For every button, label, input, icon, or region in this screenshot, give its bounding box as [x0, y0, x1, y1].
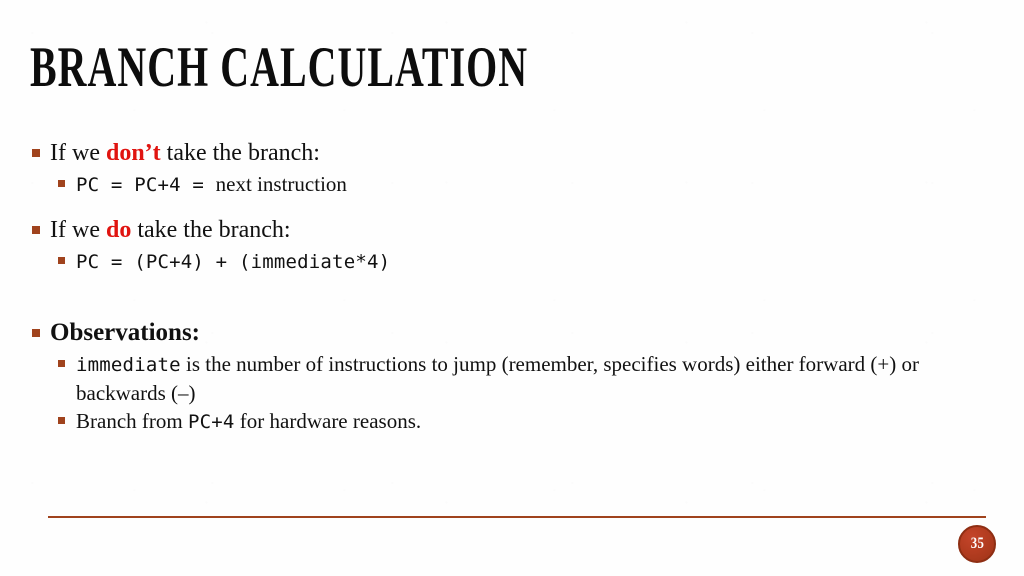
branch-from-pre: Branch from [76, 409, 188, 433]
bullet-text-tail: take the branch: [160, 140, 320, 166]
bullet-item-observations: Observations: [28, 318, 988, 348]
emphasis-dont: don’t [105, 140, 161, 166]
bullet-group-observations: Observations: immediate is the number of… [28, 318, 988, 436]
square-bullet-icon [58, 257, 65, 264]
branch-from-post: for hardware reasons. [234, 409, 422, 433]
square-bullet-icon [32, 329, 40, 337]
emphasis-do: do [105, 217, 132, 243]
bullet-text-lead: If we [50, 140, 106, 166]
slide: BRANCH CALCULATION If we don’t take the … [0, 0, 1024, 576]
bullet-item-if-not-taken: If we don’t take the branch: [28, 138, 988, 168]
sub-bullet-text: next instruction [215, 172, 347, 196]
square-bullet-icon [58, 180, 65, 187]
square-bullet-icon [32, 226, 40, 234]
square-bullet-icon [58, 360, 65, 367]
square-bullet-icon [32, 149, 40, 157]
immediate-description-text: is the number of instructions to jump (r… [76, 352, 919, 405]
slide-body: If we don’t take the branch: PC = PC+4 =… [28, 138, 988, 436]
sub-bullet-pc-next: PC = PC+4 = next instruction [28, 170, 988, 199]
page-number-text: 35 [970, 535, 984, 552]
footer-divider [48, 516, 986, 518]
bullet-item-if-taken: If we do take the branch: [28, 215, 988, 245]
immediate-description: immediate is the number of instructions … [76, 350, 976, 407]
bullet-group-not-taken: If we don’t take the branch: PC = PC+4 =… [28, 138, 988, 199]
sub-bullet-pc-branch-target: PC = (PC+4) + (immediate*4) [28, 247, 988, 276]
code-immediate: immediate [76, 354, 181, 376]
code-pc-plus-4-hardware: PC+4 [187, 411, 235, 433]
bullet-group-taken: If we do take the branch: PC = (PC+4) + … [28, 215, 988, 276]
code-branch-target: PC = (PC+4) + (immediate*4) [76, 251, 391, 273]
code-pc-plus-4: PC = PC+4 = [76, 174, 216, 196]
observations-heading: Observations: [50, 319, 200, 346]
sub-bullet-branch-from-pc4: Branch from PC+4 for hardware reasons. [28, 407, 988, 436]
square-bullet-icon [58, 417, 65, 424]
vertical-spacer [28, 292, 988, 318]
bullet-text-tail: take the branch: [131, 217, 291, 243]
page-number-badge: 35 [958, 525, 996, 563]
sub-bullet-immediate: immediate is the number of instructions … [28, 350, 988, 407]
page-title: BRANCH CALCULATION [30, 36, 529, 99]
bullet-text-lead: If we [50, 217, 106, 243]
